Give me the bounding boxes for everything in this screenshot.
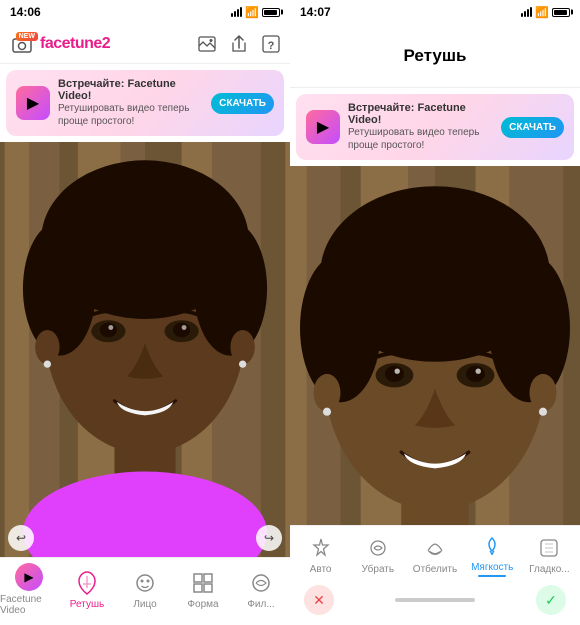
share-icon[interactable] xyxy=(228,33,250,55)
nav-item-shape[interactable]: Форма xyxy=(174,570,232,614)
signal-icon xyxy=(231,7,242,17)
wifi-icon: 📶 xyxy=(245,6,259,19)
svg-text:?: ? xyxy=(268,40,275,52)
banner-subtitle-left: Ретушировать видео теперь проще простого… xyxy=(58,102,203,128)
banner-btn-left[interactable]: СКАЧАТЬ xyxy=(211,93,274,114)
nav-item-facetune-video[interactable]: ▶ Facetune Video xyxy=(0,563,58,620)
face-icon xyxy=(132,570,158,596)
top-nav-left: NEW facetune2 ? xyxy=(0,24,290,64)
tools-row: Авто Убрать xyxy=(290,525,580,579)
tool-softness[interactable]: Мягкость xyxy=(464,532,521,577)
status-bar-right: 14:07 📶 xyxy=(290,0,580,24)
smooth-icon xyxy=(535,534,563,562)
retouch-icon xyxy=(74,570,100,596)
nav-label-facetune-video: Facetune Video xyxy=(0,594,58,616)
nav-item-retouch[interactable]: Ретушь xyxy=(58,570,116,614)
tool-active-indicator xyxy=(478,575,506,577)
help-icon[interactable]: ? xyxy=(260,33,282,55)
time-left: 14:06 xyxy=(10,5,41,19)
tool-remove[interactable]: Убрать xyxy=(349,534,406,575)
right-title: Ретушь xyxy=(404,46,467,66)
cancel-button[interactable]: ✕ xyxy=(304,585,334,615)
signal-icon-right xyxy=(521,7,532,17)
tool-smooth[interactable]: Гладко... xyxy=(521,534,578,575)
banner-btn-right[interactable]: СКАЧАТЬ xyxy=(501,117,564,138)
top-nav-left-group: NEW facetune2 xyxy=(8,30,110,58)
nav-label-filter: Фил... xyxy=(247,599,274,610)
tool-label-smooth: Гладко... xyxy=(529,564,569,575)
time-right: 14:07 xyxy=(300,5,331,19)
tool-label-remove: Убрать xyxy=(362,564,395,575)
redo-button-left[interactable]: ↪ xyxy=(256,525,282,551)
camera-button[interactable]: NEW xyxy=(8,30,36,58)
tool-label-auto: Авто xyxy=(310,564,332,575)
battery-icon xyxy=(262,8,280,17)
tool-label-softness: Мягкость xyxy=(471,562,513,573)
banner-title-left: Встречайте: Facetune Video! xyxy=(58,78,203,102)
nav-label-retouch: Ретушь xyxy=(70,599,104,610)
nav-item-filter[interactable]: Фил... xyxy=(232,570,290,614)
status-bar-left: 14:06 📶 xyxy=(0,0,290,24)
photo-controls-left: ↩ ↪ xyxy=(0,525,290,551)
banner-text-left: Встречайте: Facetune Video! Ретушировать… xyxy=(58,78,203,128)
auto-icon xyxy=(307,534,335,562)
home-indicator xyxy=(395,598,475,602)
banner-subtitle-right: Ретушировать видео теперь проще простого… xyxy=(348,126,493,152)
battery-icon-right xyxy=(552,8,570,17)
facetune-video-icon: ▶ xyxy=(15,563,43,591)
action-row: ✕ ✓ xyxy=(290,579,580,625)
banner-icon-right: ▶ xyxy=(306,110,340,144)
left-panel: 14:06 📶 NEW face xyxy=(0,0,290,625)
status-icons-right: 📶 xyxy=(521,6,570,19)
confirm-button[interactable]: ✓ xyxy=(536,585,566,615)
bottom-nav-left: ▶ Facetune Video Ретушь Л xyxy=(0,557,290,625)
banner-icon-left: ▶ xyxy=(16,86,50,120)
tool-label-whiten: Отбелить xyxy=(413,564,457,575)
photo-area-left: ↩ ↪ xyxy=(0,142,290,557)
right-tools: Авто Убрать xyxy=(290,525,580,625)
wifi-icon-right: 📶 xyxy=(535,6,549,19)
tool-whiten[interactable]: Отбелить xyxy=(406,534,463,575)
status-icons-left: 📶 xyxy=(231,6,280,19)
nav-label-shape: Форма xyxy=(187,599,218,610)
banner-right: ▶ Встречайте: Facetune Video! Ретуширова… xyxy=(296,94,574,160)
whiten-icon xyxy=(421,534,449,562)
tool-auto[interactable]: Авто xyxy=(292,534,349,575)
nav-item-face[interactable]: Лицо xyxy=(116,570,174,614)
logo: facetune2 xyxy=(40,35,110,53)
banner-left: ▶ Встречайте: Facetune Video! Ретуширова… xyxy=(6,70,284,136)
filter-icon xyxy=(248,570,274,596)
banner-text-right: Встречайте: Facetune Video! Ретушировать… xyxy=(348,102,493,152)
top-nav-right-group: ? xyxy=(196,33,282,55)
undo-button-left[interactable]: ↩ xyxy=(8,525,34,551)
banner-title-right: Встречайте: Facetune Video! xyxy=(348,102,493,126)
softness-icon xyxy=(478,532,506,560)
right-title-bar: Ретушь xyxy=(290,24,580,88)
shape-icon xyxy=(190,570,216,596)
nav-label-face: Лицо xyxy=(133,599,156,610)
image-icon[interactable] xyxy=(196,33,218,55)
remove-icon xyxy=(364,534,392,562)
new-badge: NEW xyxy=(16,32,38,41)
right-panel: 14:07 📶 Ретушь ▶ Встречайте: Facetune Vi… xyxy=(290,0,580,625)
